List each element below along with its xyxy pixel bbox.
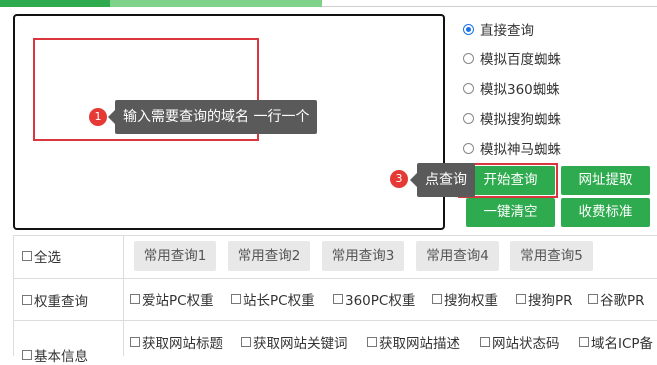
option-zhanzhang-pc-weight[interactable]: 站长PC权重 <box>231 290 315 309</box>
clear-all-button[interactable]: 一键清空 <box>466 198 555 227</box>
select-all-checkbox[interactable]: 全选 <box>22 247 61 266</box>
common-query-2-button[interactable]: 常用查询2 <box>228 241 310 271</box>
option-label: 爱站PC权重 <box>142 293 214 309</box>
checkbox-icon[interactable] <box>130 294 140 304</box>
option-label: 搜狗PR <box>528 293 573 309</box>
row-label: 基本信息 <box>34 349 88 365</box>
step1-badge: 1 <box>89 108 107 126</box>
option-label: 获取网站描述 <box>379 336 460 352</box>
checkbox-icon[interactable] <box>367 337 377 347</box>
checkbox-icon[interactable] <box>516 294 526 304</box>
option-label: 获取网站标题 <box>142 336 223 352</box>
option-google-pr[interactable]: 谷歌PR <box>588 290 645 309</box>
checkbox-icon[interactable] <box>579 337 589 347</box>
option-label: 站长PC权重 <box>243 293 315 309</box>
mode-option-baidu-spider[interactable]: 模拟百度蜘蛛 <box>463 46 561 70</box>
pricing-button[interactable]: 收费标准 <box>561 198 650 227</box>
table-row-divider <box>13 320 657 321</box>
mode-label: 直接查询 <box>480 23 534 39</box>
radio-icon[interactable] <box>463 142 474 154</box>
mode-label: 模拟神马蜘蛛 <box>480 142 561 158</box>
radio-selected-icon[interactable] <box>463 23 474 35</box>
option-aizhan-pc-weight[interactable]: 爱站PC权重 <box>130 290 214 309</box>
step3-badge: 3 <box>390 170 408 188</box>
option-label: 谷歌PR <box>600 293 645 309</box>
mode-label: 模拟百度蜘蛛 <box>480 52 561 68</box>
option-sogou-pr[interactable]: 搜狗PR <box>516 290 573 309</box>
checkbox-icon[interactable] <box>231 294 241 304</box>
row-label: 权重查询 <box>34 294 88 310</box>
checkbox-icon[interactable] <box>588 294 598 304</box>
option-360-pc-weight[interactable]: 360PC权重 <box>333 290 416 309</box>
option-label: 域名ICP备 <box>591 336 654 352</box>
radio-icon[interactable] <box>463 52 474 64</box>
option-label: 360PC权重 <box>345 293 416 309</box>
radio-icon[interactable] <box>463 82 474 94</box>
common-query-3-button[interactable]: 常用查询3 <box>322 241 404 271</box>
option-status-code[interactable]: 网站状态码 <box>480 333 560 352</box>
checkbox-icon[interactable] <box>130 337 140 347</box>
option-site-keywords[interactable]: 获取网站关键词 <box>241 333 348 352</box>
common-query-1-button[interactable]: 常用查询1 <box>134 241 216 271</box>
basic-info-checkbox[interactable]: 基本信息 <box>22 346 88 365</box>
url-extract-button[interactable]: 网址提取 <box>561 166 650 195</box>
checkbox-icon[interactable] <box>432 294 442 304</box>
checkbox-icon[interactable] <box>333 294 343 304</box>
option-sogou-weight[interactable]: 搜狗权重 <box>432 290 498 309</box>
option-label: 获取网站关键词 <box>253 336 348 352</box>
common-query-5-button[interactable]: 常用查询5 <box>510 241 593 271</box>
row-label: 全选 <box>34 250 61 266</box>
step1-tooltip: 输入需要查询的域名 一行一个 <box>107 100 318 134</box>
option-site-title[interactable]: 获取网站标题 <box>130 333 223 352</box>
table-border-left <box>13 235 14 356</box>
tab-divider <box>322 6 657 7</box>
checkbox-icon[interactable] <box>241 337 251 347</box>
tab-active[interactable] <box>0 0 110 7</box>
common-query-4-button[interactable]: 常用查询4 <box>416 241 499 271</box>
checkbox-icon[interactable] <box>480 337 490 347</box>
table-border-top <box>13 235 657 236</box>
mode-option-360-spider[interactable]: 模拟360蜘蛛 <box>463 76 560 100</box>
option-label: 搜狗权重 <box>444 293 498 309</box>
option-site-description[interactable]: 获取网站描述 <box>367 333 460 352</box>
checkbox-icon[interactable] <box>22 350 32 360</box>
table-column-divider <box>123 235 124 356</box>
mode-option-direct[interactable]: 直接查询 <box>463 17 534 41</box>
table-row-divider <box>13 278 657 279</box>
checkbox-icon[interactable] <box>22 295 32 305</box>
weight-query-checkbox[interactable]: 权重查询 <box>22 291 88 310</box>
tab-secondary[interactable] <box>110 0 322 7</box>
mode-label: 模拟搜狗蜘蛛 <box>480 112 561 128</box>
mode-option-sogou-spider[interactable]: 模拟搜狗蜘蛛 <box>463 106 561 130</box>
radio-icon[interactable] <box>463 112 474 124</box>
mode-label: 模拟360蜘蛛 <box>480 82 560 98</box>
option-label: 网站状态码 <box>492 336 560 352</box>
option-icp-record[interactable]: 域名ICP备 <box>579 333 654 352</box>
step3-tooltip: 点查询 <box>410 163 475 197</box>
checkbox-icon[interactable] <box>22 251 32 261</box>
mode-option-shenma-spider[interactable]: 模拟神马蜘蛛 <box>463 136 561 160</box>
